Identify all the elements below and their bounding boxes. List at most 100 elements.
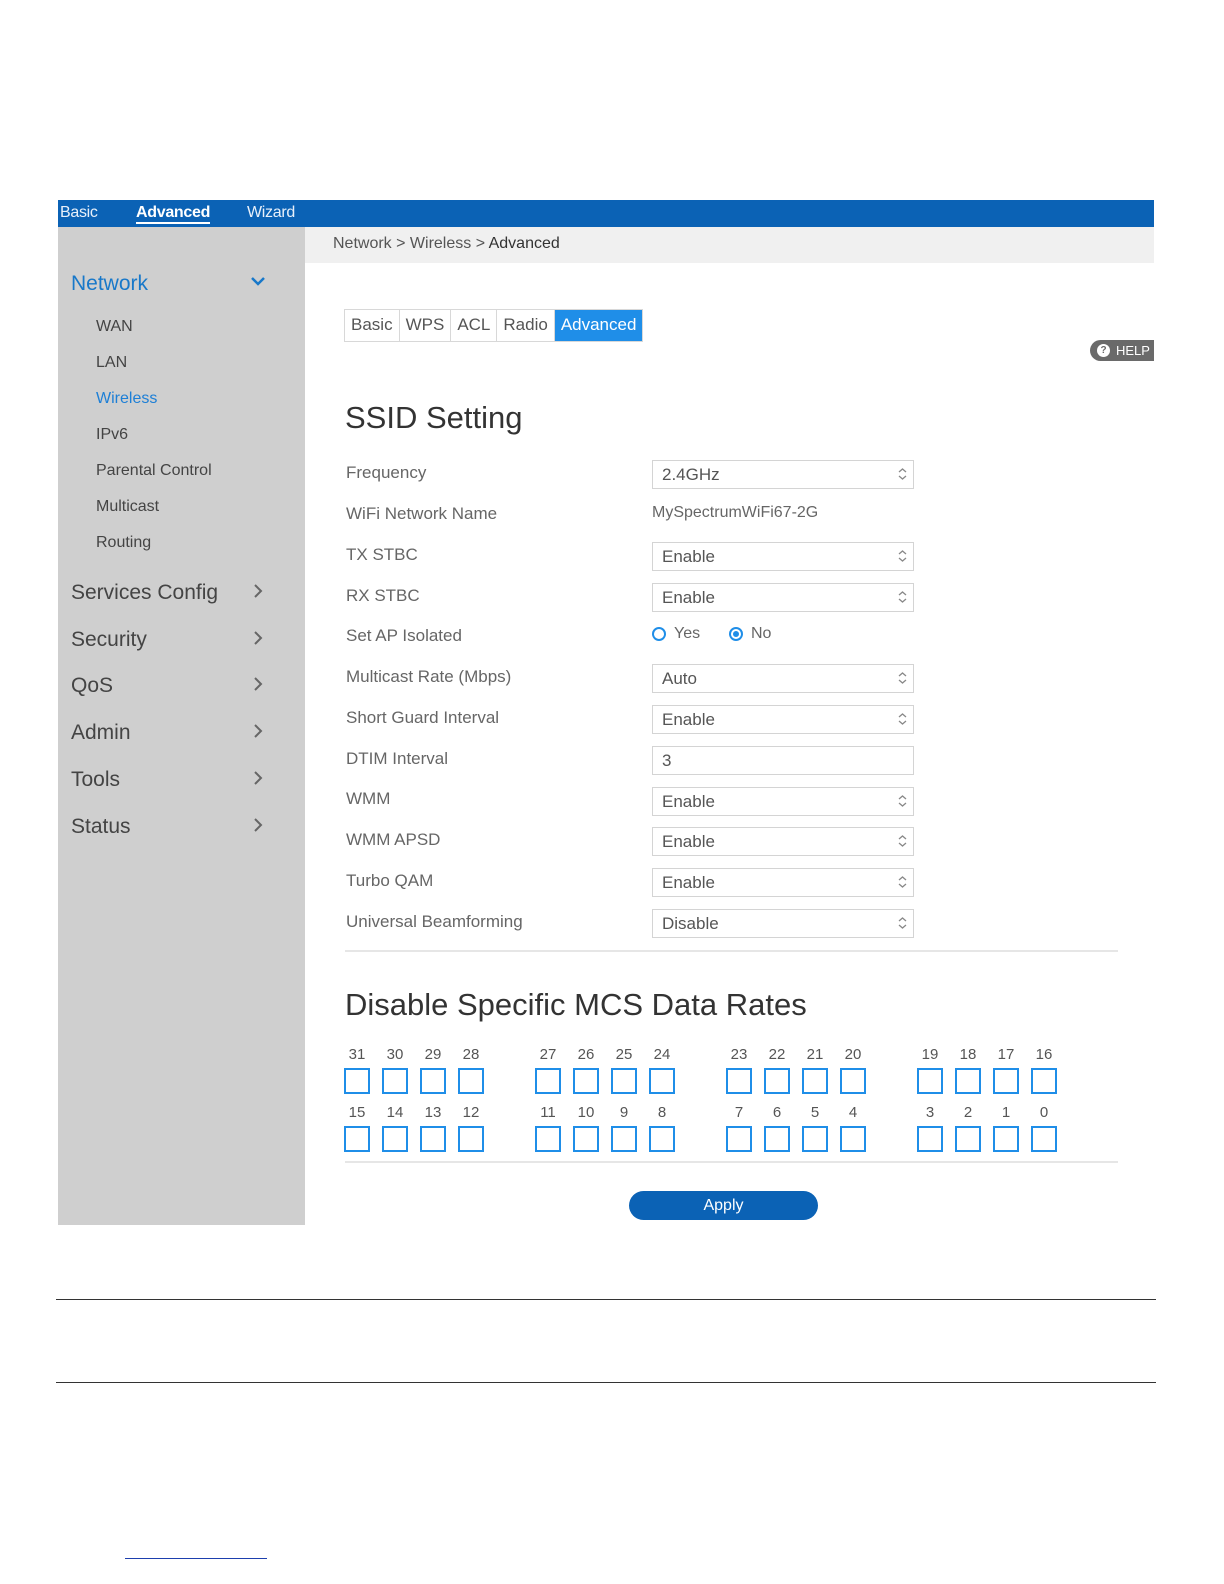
mcs-rate-checkbox[interactable] bbox=[611, 1068, 637, 1094]
turbo-qam-select[interactable]: Enable bbox=[652, 868, 914, 897]
tab-wps[interactable]: WPS bbox=[400, 310, 452, 341]
frequency-value: 2.4GHz bbox=[662, 465, 720, 484]
chevron-right-icon[interactable] bbox=[253, 770, 263, 786]
sidebar: Network WAN LAN Wireless IPv6 Parental C… bbox=[58, 227, 305, 1225]
frequency-select[interactable]: 2.4GHz bbox=[652, 460, 914, 489]
network-name-value: MySpectrumWiFi67-2G bbox=[652, 504, 819, 521]
sidebar-item-parental-control[interactable]: Parental Control bbox=[96, 462, 212, 480]
mcs-rate-label: 3 bbox=[925, 1104, 935, 1121]
chevron-right-icon[interactable] bbox=[253, 583, 263, 599]
dtim-input[interactable]: 3 bbox=[652, 746, 914, 775]
mcs-rate-checkbox[interactable] bbox=[1031, 1126, 1057, 1152]
mcs-rate-checkbox[interactable] bbox=[726, 1068, 752, 1094]
tx-stbc-select[interactable]: Enable bbox=[652, 542, 914, 571]
mcs-rate-label: 12 bbox=[462, 1104, 480, 1121]
section-divider bbox=[345, 1161, 1118, 1163]
chevron-right-icon[interactable] bbox=[253, 817, 263, 833]
select-caret-icon bbox=[898, 591, 907, 603]
mcs-rate-checkbox[interactable] bbox=[420, 1126, 446, 1152]
dtim-value: 3 bbox=[662, 751, 672, 770]
sidebar-item-wireless[interactable]: Wireless bbox=[96, 390, 157, 408]
mcs-rate-checkbox[interactable] bbox=[573, 1126, 599, 1152]
sidebar-item-tools[interactable]: Tools bbox=[71, 768, 271, 792]
mcs-rate-checkbox[interactable] bbox=[993, 1126, 1019, 1152]
mcs-rate-checkbox[interactable] bbox=[344, 1126, 370, 1152]
mcs-rate-checkbox[interactable] bbox=[917, 1068, 943, 1094]
ap-isolated-no-radio[interactable] bbox=[729, 627, 743, 641]
select-caret-icon bbox=[898, 468, 907, 480]
beamforming-select[interactable]: Disable bbox=[652, 909, 914, 938]
mcs-rate-checkbox[interactable] bbox=[458, 1126, 484, 1152]
tab-bar: Basic WPS ACL Radio Advanced bbox=[344, 309, 644, 342]
breadcrumb-path[interactable]: Network > Wireless > bbox=[333, 235, 489, 252]
rx-stbc-select[interactable]: Enable bbox=[652, 583, 914, 612]
mcs-rate-checkbox[interactable] bbox=[802, 1126, 828, 1152]
mcs-rate-checkbox[interactable] bbox=[1031, 1068, 1057, 1094]
sidebar-item-services-config[interactable]: Services Config bbox=[71, 581, 271, 605]
mcs-rate-checkbox[interactable] bbox=[802, 1068, 828, 1094]
tab-advanced[interactable]: Advanced bbox=[554, 310, 643, 341]
mcs-rate-checkbox[interactable] bbox=[649, 1068, 675, 1094]
sidebar-item-network[interactable]: Network bbox=[71, 272, 271, 296]
mcs-rate-checkbox[interactable] bbox=[535, 1068, 561, 1094]
sidebar-item-routing[interactable]: Routing bbox=[96, 534, 151, 552]
mcs-rate-checkbox[interactable] bbox=[344, 1068, 370, 1094]
top-nav-basic[interactable]: Basic bbox=[60, 204, 98, 222]
chevron-down-icon[interactable] bbox=[250, 276, 266, 288]
mcs-rate-label: 17 bbox=[997, 1046, 1015, 1063]
mcs-rate-checkbox[interactable] bbox=[840, 1068, 866, 1094]
mcs-rate-checkbox[interactable] bbox=[955, 1068, 981, 1094]
mcs-rate-checkbox[interactable] bbox=[649, 1126, 675, 1152]
mcs-rate-checkbox[interactable] bbox=[764, 1126, 790, 1152]
apply-button[interactable]: Apply bbox=[629, 1191, 818, 1220]
mcs-rate-checkbox[interactable] bbox=[764, 1068, 790, 1094]
tab-acl[interactable]: ACL bbox=[451, 310, 498, 341]
help-icon: ? bbox=[1097, 344, 1110, 357]
help-button[interactable]: ? HELP bbox=[1090, 340, 1154, 361]
turbo-qam-label: Turbo QAM bbox=[346, 871, 434, 890]
mcs-rate-checkbox[interactable] bbox=[726, 1126, 752, 1152]
mcs-rate-checkbox[interactable] bbox=[840, 1126, 866, 1152]
mcs-rate-checkbox[interactable] bbox=[917, 1126, 943, 1152]
mcs-rate-checkbox[interactable] bbox=[993, 1068, 1019, 1094]
ap-isolated-no-label[interactable]: No bbox=[751, 625, 771, 643]
chevron-right-icon[interactable] bbox=[253, 723, 263, 739]
select-caret-icon bbox=[898, 876, 907, 888]
short-guard-value: Enable bbox=[662, 710, 715, 729]
tab-basic[interactable]: Basic bbox=[345, 310, 400, 341]
sidebar-item-wan[interactable]: WAN bbox=[96, 318, 133, 336]
select-caret-icon bbox=[898, 713, 907, 725]
mcs-rate-checkbox[interactable] bbox=[382, 1068, 408, 1094]
sidebar-item-qos[interactable]: QoS bbox=[71, 674, 271, 698]
mcs-rate-checkbox[interactable] bbox=[611, 1126, 637, 1152]
breadcrumb-current: Advanced bbox=[488, 235, 560, 252]
ap-isolated-yes-radio[interactable] bbox=[652, 627, 666, 641]
wmm-label: WMM bbox=[346, 789, 391, 808]
wmm-apsd-select[interactable]: Enable bbox=[652, 827, 914, 856]
short-guard-select[interactable]: Enable bbox=[652, 705, 914, 734]
sidebar-item-admin[interactable]: Admin bbox=[71, 721, 271, 745]
top-nav-advanced[interactable]: Advanced bbox=[136, 204, 210, 224]
sidebar-item-security[interactable]: Security bbox=[71, 628, 271, 652]
sidebar-item-status[interactable]: Status bbox=[71, 815, 271, 839]
chevron-right-icon[interactable] bbox=[253, 676, 263, 692]
mcs-rate-checkbox[interactable] bbox=[458, 1068, 484, 1094]
mcs-rate-checkbox[interactable] bbox=[420, 1068, 446, 1094]
mcs-rate-checkbox[interactable] bbox=[573, 1068, 599, 1094]
wmm-apsd-label: WMM APSD bbox=[346, 830, 441, 849]
sidebar-item-ipv6[interactable]: IPv6 bbox=[96, 426, 128, 444]
mcs-rate-label: 9 bbox=[619, 1104, 629, 1121]
multicast-rate-select[interactable]: Auto bbox=[652, 664, 914, 693]
tab-radio[interactable]: Radio bbox=[497, 310, 555, 341]
chevron-right-icon[interactable] bbox=[253, 630, 263, 646]
sidebar-item-lan[interactable]: LAN bbox=[96, 354, 127, 372]
ap-isolated-yes-label[interactable]: Yes bbox=[674, 625, 700, 643]
mcs-rate-label: 2 bbox=[963, 1104, 973, 1121]
mcs-rate-checkbox[interactable] bbox=[955, 1126, 981, 1152]
mcs-rate-checkbox[interactable] bbox=[382, 1126, 408, 1152]
sidebar-item-multicast[interactable]: Multicast bbox=[96, 498, 159, 516]
mcs-rate-checkbox[interactable] bbox=[535, 1126, 561, 1152]
mcs-rate-label: 15 bbox=[348, 1104, 366, 1121]
top-nav-wizard[interactable]: Wizard bbox=[247, 204, 295, 222]
wmm-select[interactable]: Enable bbox=[652, 787, 914, 816]
